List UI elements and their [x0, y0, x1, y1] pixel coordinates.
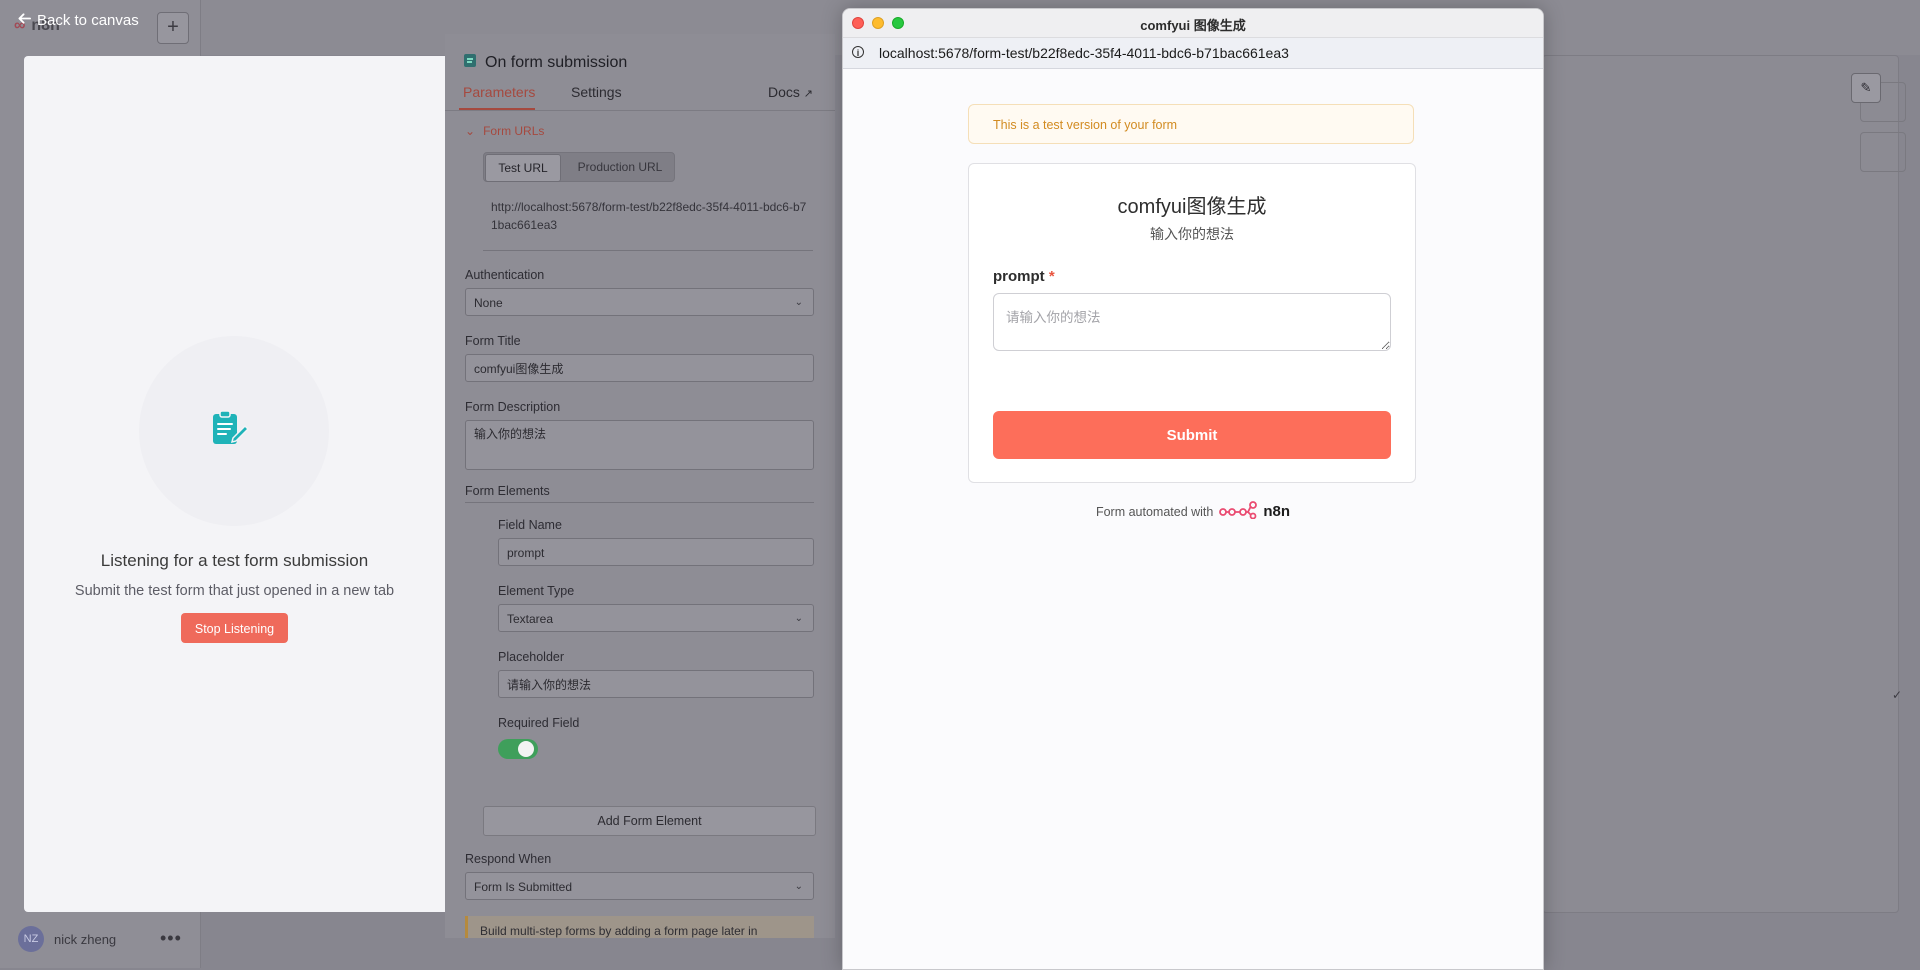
- form-title-input[interactable]: comfyui图像生成: [465, 354, 814, 382]
- form-urls-label: Form URLs: [483, 124, 545, 138]
- node-title-text: On form submission: [485, 53, 628, 71]
- node-parameters-panel: On form submission Parameters Settings D…: [445, 34, 835, 938]
- authentication-label: Authentication: [465, 268, 545, 282]
- form-page: This is a test version of your form comf…: [843, 69, 1543, 969]
- submit-button[interactable]: Submit: [993, 411, 1391, 459]
- required-mark: *: [1048, 268, 1055, 285]
- form-title-label: Form Title: [465, 334, 521, 348]
- window-titlebar: comfyui 图像生成: [843, 9, 1543, 38]
- back-to-canvas-link[interactable]: Back to canvas: [18, 12, 139, 29]
- test-url-tab[interactable]: Test URL: [485, 154, 561, 182]
- check-icon: ✓: [1892, 688, 1903, 702]
- form-urls-section-toggle[interactable]: ⌄ Form URLs: [465, 124, 544, 138]
- edit-icon[interactable]: ✎: [1851, 73, 1881, 103]
- respond-when-label: Respond When: [465, 852, 552, 866]
- form-card: comfyui图像生成 输入你的想法 prompt * Submit: [968, 163, 1416, 483]
- address-bar[interactable]: i localhost:5678/form-test/b22f8edc-35f4…: [843, 38, 1543, 69]
- respond-when-select[interactable]: Form Is Submitted ⌄: [465, 872, 814, 900]
- tab-settings[interactable]: Settings: [571, 84, 622, 100]
- form-description-label: Form Description: [465, 400, 561, 414]
- authentication-value: None: [474, 296, 503, 310]
- element-type-select[interactable]: Textarea ⌄: [498, 604, 814, 632]
- docs-link[interactable]: Docs ↗: [768, 84, 813, 100]
- user-name: nick zheng: [54, 931, 117, 947]
- divider: [465, 502, 814, 503]
- workflow-canvas: [1542, 55, 1899, 913]
- form-description-input[interactable]: 输入你的想法: [465, 420, 814, 470]
- form-title: comfyui图像生成: [1117, 196, 1267, 218]
- field-name-input[interactable]: prompt: [498, 538, 814, 566]
- powered-text: Form automated with: [1095, 504, 1214, 519]
- divider: [483, 250, 813, 251]
- element-type-label: Element Type: [498, 584, 575, 598]
- placeholder-input[interactable]: 请输入你的想法: [498, 670, 814, 698]
- production-url-tab[interactable]: Production URL: [570, 154, 670, 180]
- more-options-icon[interactable]: •••: [160, 928, 182, 949]
- form-edit-icon: [210, 408, 250, 451]
- form-elements-label: Form Elements: [465, 484, 550, 498]
- node-title: On form submission: [463, 52, 627, 73]
- prompt-textarea[interactable]: [993, 293, 1391, 351]
- back-to-canvas-label: Back to canvas: [37, 12, 139, 29]
- listening-title: Listening for a test form submission: [100, 551, 369, 570]
- authentication-select[interactable]: None ⌄: [465, 288, 814, 316]
- arrow-left-icon: [18, 12, 31, 29]
- form-popup-window: comfyui 图像生成 i localhost:5678/form-test/…: [842, 8, 1544, 970]
- canvas-node: [1860, 132, 1906, 172]
- stop-listening-button[interactable]: Stop Listening: [181, 613, 288, 643]
- user-profile[interactable]: NZ nick zheng: [18, 926, 116, 952]
- prompt-label: prompt *: [993, 268, 1055, 285]
- chevron-down-icon: ⌄: [794, 613, 803, 624]
- chevron-down-icon: ⌄: [794, 881, 803, 892]
- n8n-logo-icon: [1219, 501, 1258, 522]
- add-button[interactable]: +: [157, 12, 189, 44]
- n8n-brand-text: n8n: [1263, 503, 1291, 520]
- element-type-value: Textarea: [507, 612, 554, 626]
- divider: [445, 110, 835, 111]
- toggle-knob: [518, 741, 534, 757]
- listening-panel: Listening for a test form submission Sub…: [24, 56, 445, 912]
- field-name-label: Field Name: [498, 518, 562, 532]
- info-icon[interactable]: i: [852, 46, 864, 58]
- external-link-icon: ↗: [803, 88, 814, 100]
- listening-subtitle: Submit the test form that just opened in…: [74, 583, 395, 599]
- prompt-label-text: prompt: [993, 268, 1045, 285]
- placeholder-label: Placeholder: [498, 650, 565, 664]
- avatar: NZ: [18, 926, 44, 952]
- multi-step-hint: Build multi-step forms by adding a form …: [465, 916, 814, 938]
- test-url-value[interactable]: http://localhost:5678/form-test/b22f8edc…: [491, 198, 811, 234]
- url-text[interactable]: localhost:5678/form-test/b22f8edc-35f4-4…: [879, 45, 1289, 61]
- required-field-label: Required Field: [498, 716, 580, 730]
- powered-by-footer[interactable]: Form automated with n8n: [843, 501, 1543, 522]
- form-node-icon: [463, 52, 477, 73]
- chevron-down-icon: ⌄: [794, 297, 803, 308]
- form-description: 输入你的想法: [1150, 226, 1234, 242]
- docs-label: Docs: [768, 84, 800, 100]
- chevron-down-icon: ⌄: [465, 124, 476, 138]
- tab-parameters[interactable]: Parameters: [463, 84, 535, 100]
- respond-when-value: Form Is Submitted: [474, 880, 573, 894]
- add-form-element-button[interactable]: Add Form Element: [483, 806, 816, 836]
- test-version-banner: This is a test version of your form: [968, 104, 1414, 144]
- window-title: comfyui 图像生成: [1140, 18, 1246, 33]
